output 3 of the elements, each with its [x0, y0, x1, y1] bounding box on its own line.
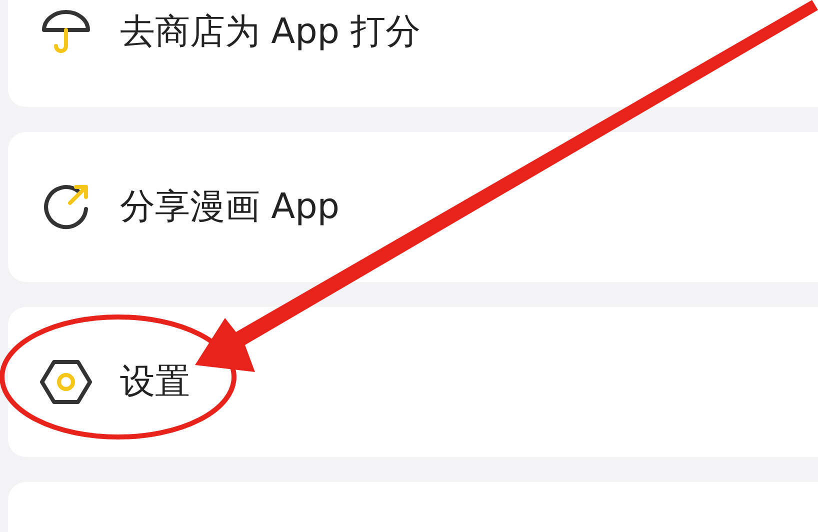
menu-item[interactable]: 设置: [8, 307, 818, 457]
menu-item[interactable]: 去商店为 App 打分: [8, 0, 818, 107]
menu-item[interactable]: 分享漫画 App: [8, 132, 818, 282]
